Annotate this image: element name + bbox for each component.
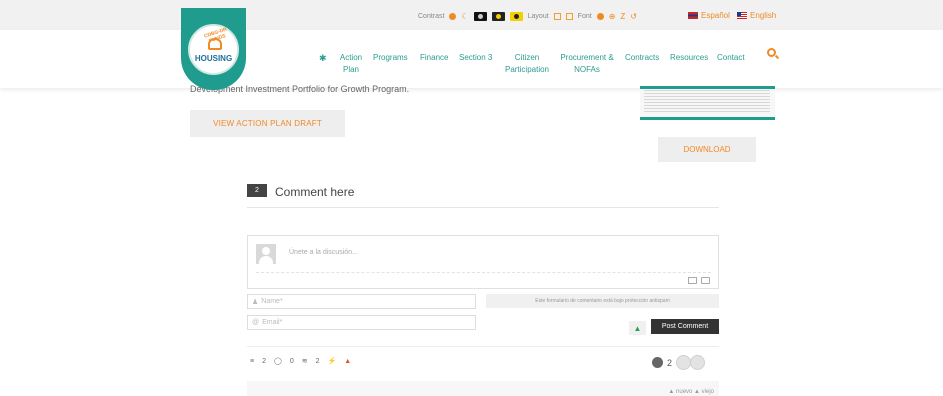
house-icon bbox=[208, 38, 222, 50]
bell-icon[interactable]: ▲ bbox=[629, 321, 646, 335]
nav-contact[interactable]: Contact bbox=[717, 52, 745, 64]
nav-citizen-participation[interactable]: Citizen Participation bbox=[501, 52, 553, 76]
contrast-label: Contrast bbox=[418, 13, 445, 20]
threads-icon: ≡ bbox=[250, 357, 255, 365]
document-thumbnail[interactable] bbox=[640, 86, 775, 120]
font-label: Font bbox=[577, 13, 592, 20]
followers-count: 2 bbox=[315, 357, 320, 365]
spain-flag-icon bbox=[688, 12, 698, 19]
avatar bbox=[256, 244, 276, 264]
language-english-link[interactable]: English bbox=[737, 11, 776, 20]
layout-label: Layout bbox=[527, 13, 549, 20]
user-icon: ♟ bbox=[252, 298, 259, 306]
nav-procurement-line1: Procurement & bbox=[560, 53, 614, 62]
site-logo[interactable]: CDBG-DR FUNDS HOUSING bbox=[181, 8, 246, 90]
contrast-dark-icon[interactable] bbox=[473, 12, 487, 21]
accessibility-controls: Contrast ☾ Layout Font ⊕ Z ↺ bbox=[418, 12, 637, 21]
comments-title: Comment here bbox=[275, 185, 355, 199]
lightning-icon[interactable]: ⚡ bbox=[328, 357, 337, 365]
contrast-yellow-dark-icon[interactable] bbox=[491, 12, 505, 21]
nav-citizen-line1: Citizen bbox=[514, 53, 540, 62]
main-header: ✱ Action Plan Programs Finance Section 3… bbox=[0, 30, 943, 88]
home-icon[interactable]: ✱ bbox=[319, 53, 327, 64]
editor-divider bbox=[256, 272, 711, 273]
nav-action-plan-line2: Plan bbox=[342, 65, 359, 74]
font-reset-icon[interactable]: Z bbox=[620, 12, 625, 21]
comment-editor[interactable]: Únete a la discusión... bbox=[247, 235, 719, 289]
nav-citizen-line2: Participation bbox=[504, 65, 550, 74]
threads-count: 2 bbox=[262, 357, 266, 365]
view-action-plan-draft-button[interactable]: VIEW ACTION PLAN DRAFT bbox=[190, 110, 345, 137]
at-icon: @ bbox=[252, 319, 260, 326]
replies-count: 0 bbox=[289, 357, 294, 365]
layout-wide-icon[interactable] bbox=[565, 13, 573, 20]
language-spanish-label: Español bbox=[701, 11, 730, 20]
language-spanish-link[interactable]: Español bbox=[688, 11, 730, 20]
comment-input[interactable]: Únete a la discusión... bbox=[289, 249, 358, 256]
followers-group[interactable]: 2 bbox=[652, 355, 706, 370]
font-decrease-icon[interactable] bbox=[596, 13, 604, 20]
camera-icon[interactable] bbox=[701, 277, 710, 284]
contrast-moon-icon[interactable]: ☾ bbox=[461, 12, 468, 21]
nav-procurement[interactable]: Procurement & NOFAs bbox=[559, 52, 615, 76]
comments-divider bbox=[247, 207, 719, 208]
antispam-notice: Este formulario de comentario está bajo … bbox=[486, 294, 719, 308]
thumbnail-text-lines bbox=[644, 90, 770, 112]
comment-count-badge: 2 bbox=[247, 184, 267, 197]
sort-options[interactable]: ▲ nuevo ▲ viejo bbox=[668, 389, 714, 395]
follower-count: 2 bbox=[667, 357, 673, 368]
nav-procurement-line2: NOFAs bbox=[574, 65, 600, 74]
comment-stats: ≡ 2 ◯ 0 ≋ 2 ⚡ ▲ bbox=[250, 357, 351, 366]
font-increase-icon[interactable]: ⊕ bbox=[609, 12, 616, 21]
followers-icon: ≋ bbox=[301, 358, 308, 365]
replies-icon: ◯ bbox=[274, 358, 282, 365]
nav-resources[interactable]: Resources bbox=[670, 52, 708, 64]
search-icon[interactable] bbox=[767, 48, 776, 57]
nav-contracts[interactable]: Contracts bbox=[625, 52, 659, 64]
download-button[interactable]: DOWNLOAD bbox=[658, 137, 756, 162]
thumbnail-header-bar bbox=[640, 86, 775, 89]
font-undo-icon[interactable]: ↺ bbox=[630, 12, 637, 21]
layout-narrow-icon[interactable] bbox=[553, 13, 561, 20]
email-field[interactable]: @ Email* bbox=[247, 315, 476, 330]
sort-bar: ▲ nuevo ▲ viejo bbox=[247, 381, 719, 396]
user-circle-icon bbox=[652, 357, 663, 368]
fire-icon[interactable]: ▲ bbox=[344, 358, 351, 365]
nav-action-plan[interactable]: Action Plan bbox=[338, 52, 364, 76]
logo-badge: CDBG-DR FUNDS HOUSING bbox=[188, 24, 239, 75]
post-comment-button[interactable]: Post Comment bbox=[651, 319, 719, 334]
nav-action-plan-line1: Action bbox=[339, 53, 363, 62]
us-flag-icon bbox=[737, 12, 747, 19]
nav-finance[interactable]: Finance bbox=[420, 52, 448, 64]
image-upload-icon[interactable] bbox=[688, 277, 697, 284]
follower-avatar bbox=[690, 355, 706, 370]
accessibility-bar: Contrast ☾ Layout Font ⊕ Z ↺ Español Eng… bbox=[0, 0, 943, 30]
logo-text: HOUSING bbox=[194, 54, 233, 63]
language-english-label: English bbox=[750, 11, 777, 20]
email-placeholder: Email* bbox=[262, 319, 283, 326]
nav-section3[interactable]: Section 3 bbox=[459, 52, 492, 64]
stats-divider bbox=[247, 346, 719, 347]
contrast-yellow-icon[interactable] bbox=[509, 12, 523, 21]
nav-programs[interactable]: Programs bbox=[373, 52, 408, 64]
name-field[interactable]: ♟ Name* bbox=[247, 294, 476, 309]
name-placeholder: Name* bbox=[261, 298, 283, 305]
contrast-default-icon[interactable] bbox=[449, 13, 457, 20]
follower-avatar bbox=[676, 355, 692, 370]
